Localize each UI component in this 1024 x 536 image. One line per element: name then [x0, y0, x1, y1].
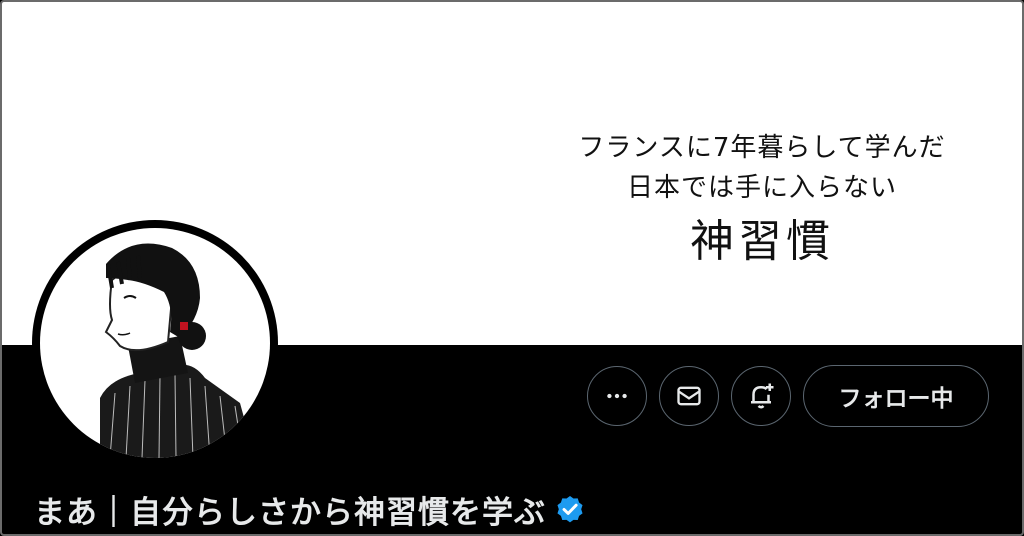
more-horizontal-icon [607, 393, 627, 399]
banner-text: フランスに7年暮らして学んだ 日本では手に入らない 神習慣 [542, 128, 982, 272]
profile-name-row: まあ｜自分らしさから神習慣を学ぶ [34, 487, 586, 532]
verified-badge-icon[interactable] [554, 494, 586, 526]
banner-title: 神習慣 [690, 216, 834, 267]
avatar[interactable] [32, 220, 278, 466]
bell-plus-icon [751, 383, 774, 409]
notify-button[interactable] [731, 366, 791, 426]
more-button[interactable] [587, 366, 647, 426]
banner-line-1: フランスに7年暮らして学んだ [578, 133, 946, 163]
display-name: まあ｜自分らしさから神習慣を学ぶ [34, 495, 546, 531]
banner-line-2: 日本では手に入らない [626, 173, 897, 203]
envelope-icon [677, 386, 701, 406]
profile-actions: フォロー中 [587, 365, 989, 427]
message-button[interactable] [659, 366, 719, 426]
profile-header: フランスに7年暮らして学んだ 日本では手に入らない 神習慣 フォロー中 まあ｜自… [0, 0, 1024, 536]
avatar-illustration [40, 228, 270, 458]
following-button[interactable]: フォロー中 [803, 365, 989, 427]
